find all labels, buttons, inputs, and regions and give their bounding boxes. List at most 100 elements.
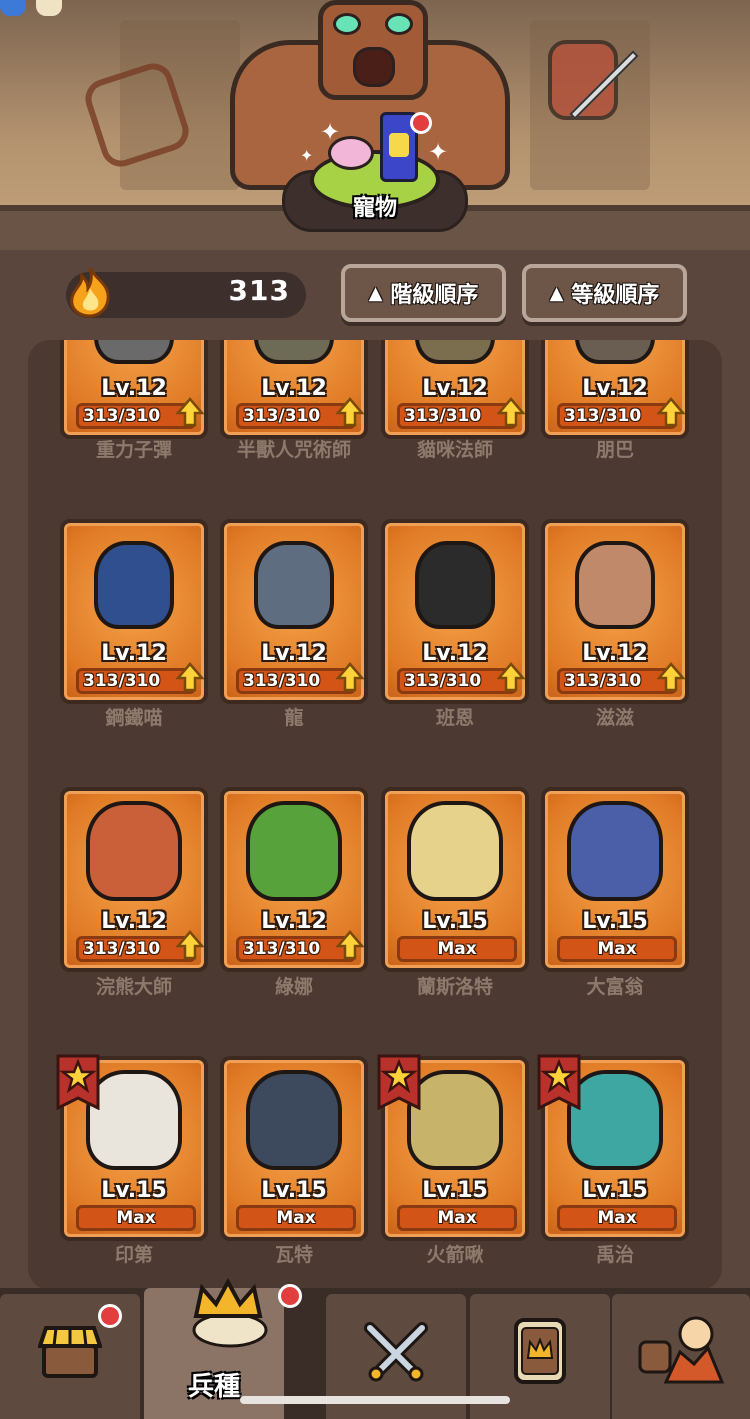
sparkle-icon: ✦ bbox=[428, 138, 449, 166]
unit-portrait bbox=[254, 541, 334, 629]
unit-level: Lv.15 bbox=[582, 909, 648, 934]
unit-portrait bbox=[567, 801, 663, 901]
unit-name: 龍 bbox=[284, 707, 304, 729]
sort-by-level-button[interactable]: ▲ 等級順序 bbox=[522, 264, 687, 322]
unit-card[interactable]: Lv.12 313/310 bbox=[60, 519, 208, 704]
notification-dot bbox=[98, 1304, 122, 1328]
upgrade-arrow-icon bbox=[176, 662, 204, 692]
unit-card[interactable]: Lv.15 Max bbox=[381, 787, 529, 972]
unit-portrait bbox=[407, 801, 503, 901]
triangle-up-icon: ▲ bbox=[368, 282, 383, 304]
unit-card[interactable]: Lv.15 Max bbox=[541, 787, 689, 972]
unit-name: 浣熊大師 bbox=[95, 976, 172, 998]
unit-name: 滋滋 bbox=[595, 707, 634, 729]
golem-head bbox=[318, 0, 428, 100]
unit-card[interactable]: Lv.12 313/310 bbox=[220, 340, 368, 439]
upgrade-arrow-icon bbox=[497, 397, 525, 427]
unit-portrait bbox=[86, 1070, 182, 1170]
crown-card-icon bbox=[514, 1318, 566, 1384]
unit-grid-panel[interactable]: Lv.12 313/310 重力子彈 Lv.12 313/310 半獸人咒術師 Lv.12 3… bbox=[28, 340, 722, 1290]
unit-level: Lv.15 bbox=[261, 1178, 327, 1203]
sort-label: 等級順序 bbox=[571, 283, 660, 308]
flame-icon bbox=[70, 267, 110, 318]
unit-progress-bar: Max bbox=[236, 1205, 356, 1231]
sort-by-rank-button[interactable]: ▲ 階級順序 bbox=[341, 264, 506, 322]
unit-name: 貓咪法師 bbox=[416, 439, 493, 461]
shop-stall-icon bbox=[38, 1326, 102, 1378]
resource-value: 313 bbox=[228, 274, 290, 307]
unit-name: 蘭斯洛特 bbox=[416, 976, 493, 998]
unit-card[interactable]: Lv.12 313/310 bbox=[541, 340, 689, 439]
sparkle-icon: ✦ bbox=[320, 118, 341, 146]
unit-name: 半獸人咒術師 bbox=[236, 439, 351, 461]
unit-card[interactable]: Lv.12 313/310 bbox=[60, 340, 208, 439]
unit-level: Lv.15 bbox=[422, 1178, 488, 1203]
unit-portrait bbox=[575, 541, 655, 629]
unit-progress-bar: Max bbox=[76, 1205, 196, 1231]
unit-name: 大富翁 bbox=[586, 976, 644, 998]
crown-icon bbox=[192, 1278, 268, 1348]
unit-level: Lv.15 bbox=[582, 1178, 648, 1203]
pet-label: 寵物 bbox=[352, 196, 397, 221]
unit-name: 朋巴 bbox=[595, 439, 634, 461]
upgrade-arrow-icon bbox=[497, 662, 525, 692]
unit-portrait bbox=[575, 340, 655, 364]
unit-card[interactable]: Lv.12 313/310 bbox=[541, 519, 689, 704]
unit-progress-bar: Max bbox=[557, 936, 677, 962]
golem-mouth bbox=[353, 47, 395, 87]
upgrade-arrow-icon bbox=[336, 662, 364, 692]
unit-level: Lv.15 bbox=[101, 1178, 167, 1203]
star-ribbon-icon bbox=[537, 1054, 581, 1110]
sparkle-icon: ✦ bbox=[300, 146, 314, 165]
unit-card[interactable]: Lv.12 313/310 bbox=[220, 519, 368, 704]
sort-label: 階級順序 bbox=[390, 283, 479, 308]
status-strip bbox=[0, 0, 120, 18]
unit-portrait bbox=[254, 340, 334, 364]
unit-portrait bbox=[567, 1070, 663, 1170]
unit-name: 禹治 bbox=[595, 1244, 634, 1266]
unit-progress-bar: Max bbox=[397, 1205, 517, 1231]
upgrade-arrow-icon bbox=[336, 397, 364, 427]
status-avatar bbox=[0, 0, 26, 16]
unit-portrait bbox=[246, 801, 342, 901]
unit-card[interactable]: Lv.12 313/310 bbox=[381, 519, 529, 704]
unit-portrait bbox=[94, 340, 174, 364]
star-ribbon-icon bbox=[56, 1054, 100, 1110]
unit-name: 鋼鐵喵 bbox=[105, 707, 163, 729]
unit-portrait bbox=[415, 541, 495, 629]
unit-progress-bar: Max bbox=[397, 936, 517, 962]
unit-card[interactable]: Lv.15 Max bbox=[537, 1054, 689, 1241]
unit-name: 瓦特 bbox=[274, 1244, 313, 1266]
star-ribbon-icon bbox=[377, 1054, 421, 1110]
golem-eye bbox=[385, 13, 413, 35]
nav-tab-shop[interactable] bbox=[0, 1294, 140, 1419]
status-avatar bbox=[36, 0, 62, 16]
unit-name: 重力子彈 bbox=[95, 439, 172, 461]
unit-portrait bbox=[246, 1070, 342, 1170]
notification-dot bbox=[410, 112, 432, 134]
unit-portrait bbox=[94, 541, 174, 629]
unit-level: Lv.15 bbox=[422, 909, 488, 934]
notification-dot bbox=[278, 1284, 302, 1308]
unit-card[interactable]: Lv.12 313/310 bbox=[381, 340, 529, 439]
unit-portrait bbox=[415, 340, 495, 364]
crossed-swords-icon bbox=[364, 1322, 428, 1382]
upgrade-arrow-icon bbox=[176, 930, 204, 960]
unit-card[interactable]: Lv.12 313/310 bbox=[60, 787, 208, 972]
home-indicator[interactable] bbox=[240, 1396, 510, 1404]
unit-card[interactable]: Lv.15 Max bbox=[56, 1054, 208, 1241]
unit-progress-bar: Max bbox=[557, 1205, 677, 1231]
heroes-group-icon bbox=[638, 1316, 725, 1384]
unit-name: 綠娜 bbox=[274, 976, 313, 998]
upgrade-arrow-icon bbox=[657, 662, 685, 692]
unit-name: 火箭啾 bbox=[426, 1244, 484, 1266]
upgrade-arrow-icon bbox=[336, 930, 364, 960]
unit-card[interactable]: Lv.12 313/310 bbox=[220, 787, 368, 972]
upgrade-arrow-icon bbox=[657, 397, 685, 427]
unit-card[interactable]: Lv.15 Max bbox=[377, 1054, 529, 1241]
unit-portrait bbox=[407, 1070, 503, 1170]
unit-card[interactable]: Lv.15 Max bbox=[220, 1056, 368, 1241]
nav-tab-heroes[interactable] bbox=[612, 1294, 750, 1419]
unit-portrait bbox=[86, 801, 182, 901]
upgrade-arrow-icon bbox=[176, 397, 204, 427]
